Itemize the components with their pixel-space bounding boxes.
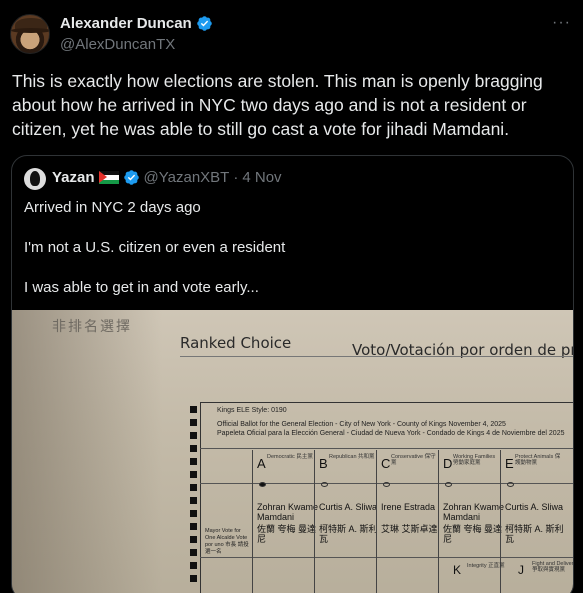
mayor-label: Mayor Vote for One Alcalde Vote por uno … [205, 528, 249, 555]
candidate-name-cn: 佐蘭 夸梅 曼達尼 [257, 524, 317, 544]
meta-separator: · [233, 169, 239, 186]
post: Alexander Duncan @AlexDuncanTX ··· This … [0, 0, 583, 593]
palestine-flag-icon [98, 171, 119, 184]
ballot-title-es: Papeleta Oficial para la Elección Genera… [217, 430, 565, 437]
candidate-name-cn: 艾琳 艾斯卓達 [381, 524, 438, 534]
ballot-column-a: A Democratic 民主黨 Zohran Kwame Mamdani 佐蘭… [252, 450, 318, 593]
quoted-post[interactable]: Yazan @YazanXBT · 4 Nov Arrived in NYC 2… [11, 155, 574, 593]
quoted-author-avatar[interactable] [24, 168, 46, 190]
author-name-text[interactable]: Alexander Duncan [60, 15, 192, 32]
quoted-line: Arrived in NYC 2 days ago [24, 199, 201, 216]
author-handle[interactable]: @AlexDuncanTX [60, 36, 175, 53]
column-party: Working Families 勞動家庭黨 [453, 454, 496, 466]
ballot-photo[interactable]: 非排名選擇 Ranked Choice Voto/Votación por or… [12, 310, 574, 593]
ballot-column-d: D Working Families 勞動家庭黨 Zohran Kwame Ma… [438, 450, 504, 593]
candidate-name-cn: 柯特斯 A. 斯利瓦 [505, 524, 564, 544]
author-avatar[interactable] [10, 14, 50, 54]
column-party-k: Integrity 正直黨 [467, 563, 505, 569]
column-letter: E [505, 456, 514, 471]
author-name[interactable]: Alexander Duncan [60, 15, 213, 32]
candidate-name-cn: 柯特斯 A. 斯利瓦 [319, 524, 378, 544]
post-text: This is exactly how elections are stolen… [12, 71, 543, 139]
ballot-oval [507, 482, 514, 487]
column-party-j: Fight and Deliver 爭取與實現黨 [532, 561, 574, 573]
candidate-name: Curtis A. Sliwa [505, 502, 564, 512]
quoted-post-text: Arrived in NYC 2 days ago I'm not a U.S.… [24, 198, 564, 318]
column-letter-j: J [518, 563, 524, 577]
verified-badge-icon [196, 16, 212, 31]
ballot-oval [383, 482, 390, 487]
column-letter: A [257, 456, 266, 471]
quoted-post-date[interactable]: 4 Nov [242, 169, 281, 186]
column-party: Democratic 民主黨 [267, 454, 313, 460]
column-letter-k: K [453, 563, 462, 577]
ballot-oval-filled [259, 482, 266, 487]
quoted-line: I was able to get in and vote early... [24, 279, 259, 296]
quoted-author-handle[interactable]: @YazanXBT [144, 169, 230, 186]
column-letter: B [319, 456, 328, 471]
column-letter: C [381, 456, 391, 471]
quoted-line: I'm not a U.S. citizen or even a residen… [24, 239, 286, 256]
column-party: Republican 共和黨 [329, 454, 375, 460]
quoted-author-header[interactable]: Yazan @YazanXBT · 4 Nov [52, 169, 282, 186]
verified-badge-icon [123, 170, 139, 185]
candidate-name-cn: 佐蘭 夸梅 曼達尼 [443, 524, 503, 544]
ballot-chinese-header: 非排名選擇 [52, 319, 132, 335]
ballot-ranked-choice: Ranked Choice [180, 334, 292, 352]
quoted-author-name[interactable]: Yazan [52, 169, 95, 186]
column-letter: D [443, 456, 453, 471]
ballot-title-en: Official Ballot for the General Election… [217, 421, 506, 428]
ballot-column-b: B Republican 共和黨 Curtis A. Sliwa 柯特斯 A. … [314, 450, 378, 593]
ballot-timing-marks [190, 406, 198, 593]
ballot-style: Kings ELE Style: 0190 [217, 407, 287, 414]
ballot-column-c: C Conservative 保守黨 Irene Estrada 艾琳 艾斯卓達 [376, 450, 438, 593]
more-options-icon[interactable]: ··· [552, 14, 571, 32]
column-party: Conservative 保守黨 [391, 454, 436, 466]
column-party: Protect Animals 保護動物黨 [515, 454, 561, 466]
ballot-oval [445, 482, 452, 487]
ballot-oval [321, 482, 328, 487]
